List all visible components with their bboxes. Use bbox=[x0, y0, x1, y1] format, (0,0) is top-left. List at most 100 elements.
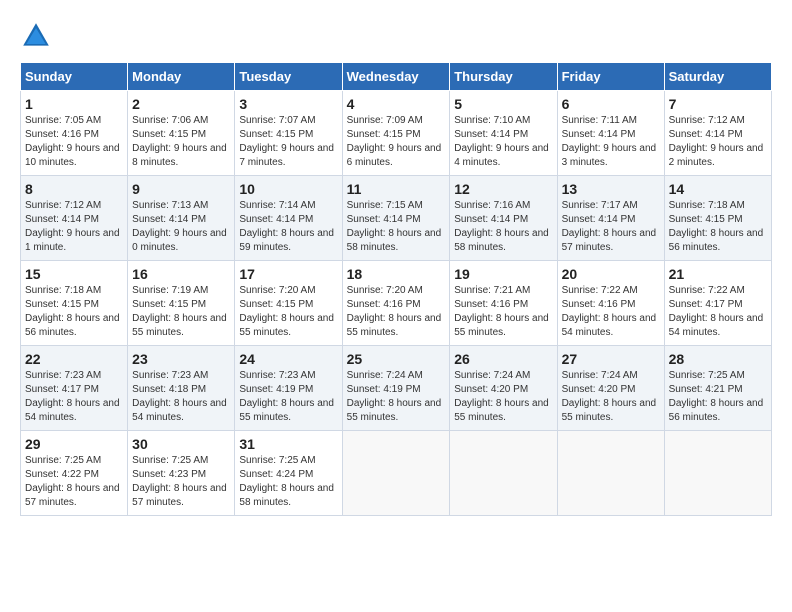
day-of-week-header: Wednesday bbox=[342, 63, 450, 91]
calendar-day-cell: 1 Sunrise: 7:05 AM Sunset: 4:16 PM Dayli… bbox=[21, 91, 128, 176]
day-detail: Sunrise: 7:10 AM Sunset: 4:14 PM Dayligh… bbox=[454, 114, 552, 170]
day-number: 10 bbox=[239, 181, 337, 197]
calendar-day-cell: 14 Sunrise: 7:18 AM Sunset: 4:15 PM Dayl… bbox=[664, 176, 771, 261]
day-detail: Sunrise: 7:22 AM Sunset: 4:16 PM Dayligh… bbox=[562, 284, 660, 340]
day-detail: Sunrise: 7:11 AM Sunset: 4:14 PM Dayligh… bbox=[562, 114, 660, 170]
day-number: 25 bbox=[347, 351, 446, 367]
day-number: 30 bbox=[132, 436, 230, 452]
calendar-day-cell: 25 Sunrise: 7:24 AM Sunset: 4:19 PM Dayl… bbox=[342, 346, 450, 431]
day-number: 17 bbox=[239, 266, 337, 282]
calendar-day-cell: 9 Sunrise: 7:13 AM Sunset: 4:14 PM Dayli… bbox=[128, 176, 235, 261]
day-number: 5 bbox=[454, 96, 552, 112]
calendar-day-cell: 29 Sunrise: 7:25 AM Sunset: 4:22 PM Dayl… bbox=[21, 431, 128, 516]
calendar-day-cell: 26 Sunrise: 7:24 AM Sunset: 4:20 PM Dayl… bbox=[450, 346, 557, 431]
calendar-week-row: 29 Sunrise: 7:25 AM Sunset: 4:22 PM Dayl… bbox=[21, 431, 772, 516]
day-detail: Sunrise: 7:25 AM Sunset: 4:24 PM Dayligh… bbox=[239, 454, 337, 510]
day-detail: Sunrise: 7:06 AM Sunset: 4:15 PM Dayligh… bbox=[132, 114, 230, 170]
day-detail: Sunrise: 7:24 AM Sunset: 4:19 PM Dayligh… bbox=[347, 369, 446, 425]
calendar-day-cell: 13 Sunrise: 7:17 AM Sunset: 4:14 PM Dayl… bbox=[557, 176, 664, 261]
day-number: 24 bbox=[239, 351, 337, 367]
day-detail: Sunrise: 7:13 AM Sunset: 4:14 PM Dayligh… bbox=[132, 199, 230, 255]
calendar-day-cell: 5 Sunrise: 7:10 AM Sunset: 4:14 PM Dayli… bbox=[450, 91, 557, 176]
day-detail: Sunrise: 7:20 AM Sunset: 4:16 PM Dayligh… bbox=[347, 284, 446, 340]
day-number: 2 bbox=[132, 96, 230, 112]
calendar-day-cell: 2 Sunrise: 7:06 AM Sunset: 4:15 PM Dayli… bbox=[128, 91, 235, 176]
day-number: 11 bbox=[347, 181, 446, 197]
calendar-day-cell bbox=[557, 431, 664, 516]
day-number: 9 bbox=[132, 181, 230, 197]
calendar-day-cell: 30 Sunrise: 7:25 AM Sunset: 4:23 PM Dayl… bbox=[128, 431, 235, 516]
day-number: 1 bbox=[25, 96, 123, 112]
calendar-day-cell: 8 Sunrise: 7:12 AM Sunset: 4:14 PM Dayli… bbox=[21, 176, 128, 261]
day-detail: Sunrise: 7:25 AM Sunset: 4:22 PM Dayligh… bbox=[25, 454, 123, 510]
day-number: 18 bbox=[347, 266, 446, 282]
day-number: 15 bbox=[25, 266, 123, 282]
calendar-day-cell: 16 Sunrise: 7:19 AM Sunset: 4:15 PM Dayl… bbox=[128, 261, 235, 346]
calendar-day-cell: 12 Sunrise: 7:16 AM Sunset: 4:14 PM Dayl… bbox=[450, 176, 557, 261]
day-detail: Sunrise: 7:23 AM Sunset: 4:18 PM Dayligh… bbox=[132, 369, 230, 425]
day-of-week-header: Thursday bbox=[450, 63, 557, 91]
day-number: 6 bbox=[562, 96, 660, 112]
calendar-day-cell: 23 Sunrise: 7:23 AM Sunset: 4:18 PM Dayl… bbox=[128, 346, 235, 431]
day-detail: Sunrise: 7:24 AM Sunset: 4:20 PM Dayligh… bbox=[562, 369, 660, 425]
day-detail: Sunrise: 7:18 AM Sunset: 4:15 PM Dayligh… bbox=[669, 199, 767, 255]
page-header bbox=[20, 20, 772, 52]
day-detail: Sunrise: 7:22 AM Sunset: 4:17 PM Dayligh… bbox=[669, 284, 767, 340]
day-of-week-header: Saturday bbox=[664, 63, 771, 91]
calendar-day-cell bbox=[664, 431, 771, 516]
day-detail: Sunrise: 7:14 AM Sunset: 4:14 PM Dayligh… bbox=[239, 199, 337, 255]
day-of-week-header: Friday bbox=[557, 63, 664, 91]
calendar-day-cell: 21 Sunrise: 7:22 AM Sunset: 4:17 PM Dayl… bbox=[664, 261, 771, 346]
day-number: 27 bbox=[562, 351, 660, 367]
calendar-day-cell: 31 Sunrise: 7:25 AM Sunset: 4:24 PM Dayl… bbox=[235, 431, 342, 516]
day-number: 23 bbox=[132, 351, 230, 367]
day-number: 20 bbox=[562, 266, 660, 282]
calendar-week-row: 8 Sunrise: 7:12 AM Sunset: 4:14 PM Dayli… bbox=[21, 176, 772, 261]
day-number: 16 bbox=[132, 266, 230, 282]
day-detail: Sunrise: 7:25 AM Sunset: 4:23 PM Dayligh… bbox=[132, 454, 230, 510]
calendar-day-cell: 15 Sunrise: 7:18 AM Sunset: 4:15 PM Dayl… bbox=[21, 261, 128, 346]
calendar-week-row: 1 Sunrise: 7:05 AM Sunset: 4:16 PM Dayli… bbox=[21, 91, 772, 176]
day-detail: Sunrise: 7:09 AM Sunset: 4:15 PM Dayligh… bbox=[347, 114, 446, 170]
calendar-table: SundayMondayTuesdayWednesdayThursdayFrid… bbox=[20, 62, 772, 516]
day-of-week-header: Monday bbox=[128, 63, 235, 91]
calendar-day-cell: 24 Sunrise: 7:23 AM Sunset: 4:19 PM Dayl… bbox=[235, 346, 342, 431]
calendar-day-cell: 6 Sunrise: 7:11 AM Sunset: 4:14 PM Dayli… bbox=[557, 91, 664, 176]
day-of-week-header: Sunday bbox=[21, 63, 128, 91]
day-number: 19 bbox=[454, 266, 552, 282]
day-number: 28 bbox=[669, 351, 767, 367]
day-number: 21 bbox=[669, 266, 767, 282]
day-detail: Sunrise: 7:12 AM Sunset: 4:14 PM Dayligh… bbox=[25, 199, 123, 255]
day-number: 13 bbox=[562, 181, 660, 197]
day-number: 8 bbox=[25, 181, 123, 197]
day-detail: Sunrise: 7:18 AM Sunset: 4:15 PM Dayligh… bbox=[25, 284, 123, 340]
day-detail: Sunrise: 7:15 AM Sunset: 4:14 PM Dayligh… bbox=[347, 199, 446, 255]
day-detail: Sunrise: 7:07 AM Sunset: 4:15 PM Dayligh… bbox=[239, 114, 337, 170]
calendar-header: SundayMondayTuesdayWednesdayThursdayFrid… bbox=[21, 63, 772, 91]
header-row: SundayMondayTuesdayWednesdayThursdayFrid… bbox=[21, 63, 772, 91]
calendar-day-cell: 19 Sunrise: 7:21 AM Sunset: 4:16 PM Dayl… bbox=[450, 261, 557, 346]
calendar-week-row: 22 Sunrise: 7:23 AM Sunset: 4:17 PM Dayl… bbox=[21, 346, 772, 431]
day-detail: Sunrise: 7:23 AM Sunset: 4:17 PM Dayligh… bbox=[25, 369, 123, 425]
day-detail: Sunrise: 7:23 AM Sunset: 4:19 PM Dayligh… bbox=[239, 369, 337, 425]
calendar-day-cell: 17 Sunrise: 7:20 AM Sunset: 4:15 PM Dayl… bbox=[235, 261, 342, 346]
calendar-day-cell: 11 Sunrise: 7:15 AM Sunset: 4:14 PM Dayl… bbox=[342, 176, 450, 261]
calendar-day-cell: 27 Sunrise: 7:24 AM Sunset: 4:20 PM Dayl… bbox=[557, 346, 664, 431]
calendar-day-cell bbox=[450, 431, 557, 516]
logo-icon bbox=[20, 20, 52, 52]
day-number: 14 bbox=[669, 181, 767, 197]
day-detail: Sunrise: 7:24 AM Sunset: 4:20 PM Dayligh… bbox=[454, 369, 552, 425]
day-number: 4 bbox=[347, 96, 446, 112]
logo bbox=[20, 20, 56, 52]
day-number: 31 bbox=[239, 436, 337, 452]
day-detail: Sunrise: 7:05 AM Sunset: 4:16 PM Dayligh… bbox=[25, 114, 123, 170]
day-detail: Sunrise: 7:17 AM Sunset: 4:14 PM Dayligh… bbox=[562, 199, 660, 255]
day-number: 3 bbox=[239, 96, 337, 112]
calendar-day-cell: 22 Sunrise: 7:23 AM Sunset: 4:17 PM Dayl… bbox=[21, 346, 128, 431]
calendar-week-row: 15 Sunrise: 7:18 AM Sunset: 4:15 PM Dayl… bbox=[21, 261, 772, 346]
day-detail: Sunrise: 7:19 AM Sunset: 4:15 PM Dayligh… bbox=[132, 284, 230, 340]
day-number: 22 bbox=[25, 351, 123, 367]
calendar-day-cell: 28 Sunrise: 7:25 AM Sunset: 4:21 PM Dayl… bbox=[664, 346, 771, 431]
calendar-day-cell: 20 Sunrise: 7:22 AM Sunset: 4:16 PM Dayl… bbox=[557, 261, 664, 346]
day-detail: Sunrise: 7:21 AM Sunset: 4:16 PM Dayligh… bbox=[454, 284, 552, 340]
